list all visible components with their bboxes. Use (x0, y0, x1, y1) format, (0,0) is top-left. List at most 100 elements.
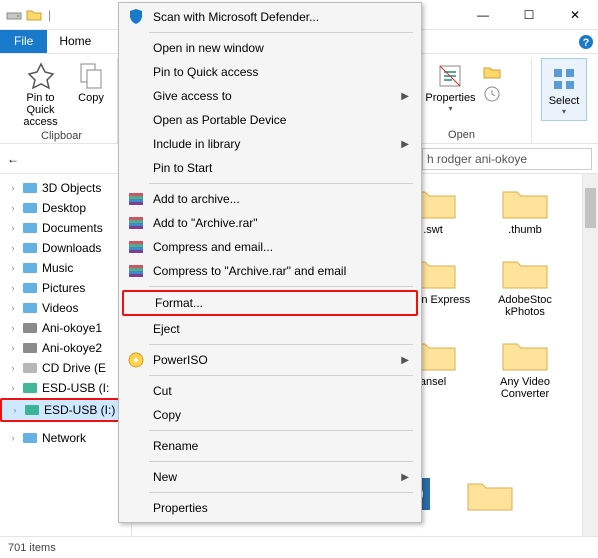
blank-icon (129, 294, 147, 312)
context-item-new[interactable]: New ▶ (119, 465, 421, 489)
tree-item-esd-usb-i-[interactable]: › ESD-USB (I:) (0, 398, 131, 422)
context-separator (149, 183, 413, 184)
context-item-cut[interactable]: Cut (119, 379, 421, 403)
tree-item-videos[interactable]: › Videos (0, 298, 131, 318)
copy-button[interactable]: Copy (71, 58, 111, 130)
context-item-label: Pin to Quick access (153, 65, 258, 79)
properties-button[interactable]: Properties ▾ (421, 58, 479, 115)
context-separator (149, 32, 413, 33)
context-item-compress-to-archive-rar-and-email[interactable]: Compress to "Archive.rar" and email (119, 259, 421, 283)
tree-item-cd-drive-e[interactable]: › CD Drive (E (0, 358, 131, 378)
blank-icon (127, 320, 145, 338)
tree-item-music[interactable]: › Music (0, 258, 131, 278)
scrollbar-thumb[interactable] (585, 188, 596, 228)
minimize-button[interactable]: — (460, 0, 506, 30)
tree-item-label: Downloads (42, 241, 101, 255)
context-item-pin-to-quick-access[interactable]: Pin to Quick access (119, 60, 421, 84)
music-icon (22, 260, 38, 276)
drive-icon (22, 340, 38, 356)
rar-icon (127, 238, 145, 256)
context-item-include-in-library[interactable]: Include in library ▶ (119, 132, 421, 156)
context-item-open-in-new-window[interactable]: Open in new window (119, 36, 421, 60)
video-icon (22, 300, 38, 316)
open-group-label: Open (448, 129, 475, 143)
context-item-compress-and-email[interactable]: Compress and email... (119, 235, 421, 259)
tree-item-desktop[interactable]: › Desktop (0, 198, 131, 218)
context-separator (149, 344, 413, 345)
tree-item-label: Ani-okoye2 (42, 341, 102, 355)
folder-icon (501, 334, 549, 374)
statusbar: 701 items (0, 536, 598, 558)
blank-icon (127, 159, 145, 177)
folder-label: .swt (423, 224, 443, 236)
context-item-label: Compress and email... (153, 240, 273, 254)
tree-item-downloads[interactable]: › Downloads (0, 238, 131, 258)
search-box[interactable]: h rodger ani-okoye (422, 148, 592, 170)
rar-icon (127, 190, 145, 208)
tree-item-ani-okoye1[interactable]: › Ani-okoye1 (0, 318, 131, 338)
chevron-right-icon: ▶ (401, 355, 409, 366)
tree-item-3d-objects[interactable]: › 3D Objects (0, 178, 131, 198)
tree-item-label: Network (42, 431, 86, 445)
doc-icon (22, 220, 38, 236)
context-item-add-to-archive[interactable]: Add to archive... (119, 187, 421, 211)
blank-icon (127, 111, 145, 129)
select-button[interactable]: Select ▾ (541, 58, 587, 121)
context-item-poweriso[interactable]: PowerISO ▶ (119, 348, 421, 372)
nav-back-button[interactable]: ← (6, 152, 20, 166)
history-icon[interactable] (482, 84, 502, 104)
context-item-copy[interactable]: Copy (119, 403, 421, 427)
context-item-label: Give access to (153, 89, 232, 103)
cd-icon (22, 360, 38, 376)
open-icon[interactable] (482, 62, 502, 82)
context-item-label: Scan with Microsoft Defender... (153, 10, 319, 24)
tree-item-pictures[interactable]: › Pictures (0, 278, 131, 298)
shield-icon (127, 8, 145, 26)
context-item-scan-with-microsoft-defender[interactable]: Scan with Microsoft Defender... (119, 5, 421, 29)
folder-label: ansel (420, 376, 446, 388)
folder-item[interactable]: AdobeStoc kPhotos (486, 252, 564, 318)
context-item-eject[interactable]: Eject (119, 317, 421, 341)
blank-icon (127, 63, 145, 81)
folder-small-icon (26, 7, 42, 23)
tree-item-network[interactable]: › Network (0, 428, 131, 448)
pin-to-quick-access-button[interactable]: Pin to Quick access (12, 58, 69, 130)
window-controls: — ☐ ✕ (460, 0, 598, 30)
vertical-scrollbar[interactable] (582, 174, 598, 536)
cube-icon (22, 180, 38, 196)
context-item-label: Include in library (153, 137, 240, 151)
close-button[interactable]: ✕ (552, 0, 598, 30)
context-item-label: Pin to Start (153, 161, 212, 175)
file-tab[interactable]: File (0, 30, 47, 53)
pin-icon (25, 60, 57, 92)
tree-item-ani-okoye2[interactable]: › Ani-okoye2 (0, 338, 131, 358)
context-item-pin-to-start[interactable]: Pin to Start (119, 156, 421, 180)
blank-icon (127, 437, 145, 455)
tree-item-documents[interactable]: › Documents (0, 218, 131, 238)
blank-icon (127, 468, 145, 486)
properties-icon (434, 60, 466, 92)
context-item-give-access-to[interactable]: Give access to ▶ (119, 84, 421, 108)
context-item-rename[interactable]: Rename (119, 434, 421, 458)
folder-label: Any Video Converter (500, 376, 550, 400)
folder-item[interactable]: Any Video Converter (486, 334, 564, 400)
context-separator (149, 286, 413, 287)
tree-item-label: ESD-USB (I:) (44, 403, 115, 417)
select-icon (548, 63, 580, 95)
context-separator (149, 430, 413, 431)
context-item-format[interactable]: Format... (122, 290, 418, 316)
folder-icon (501, 252, 549, 292)
context-item-label: Copy (153, 408, 181, 422)
folder-item[interactable]: .thumb (486, 182, 564, 236)
home-tab[interactable]: Home (47, 30, 103, 53)
maximize-button[interactable]: ☐ (506, 0, 552, 30)
title-separator: | (48, 8, 51, 22)
blank-icon (127, 499, 145, 517)
nav-tree[interactable]: › 3D Objects› Desktop› Documents› Downlo… (0, 174, 132, 536)
folder-icon[interactable] (466, 474, 514, 514)
help-icon[interactable]: ? (574, 30, 598, 53)
context-item-open-as-portable-device[interactable]: Open as Portable Device (119, 108, 421, 132)
context-item-properties[interactable]: Properties (119, 496, 421, 520)
context-item-add-to-archive-rar[interactable]: Add to "Archive.rar" (119, 211, 421, 235)
tree-item-esd-usb-i-[interactable]: › ESD-USB (I: (0, 378, 131, 398)
